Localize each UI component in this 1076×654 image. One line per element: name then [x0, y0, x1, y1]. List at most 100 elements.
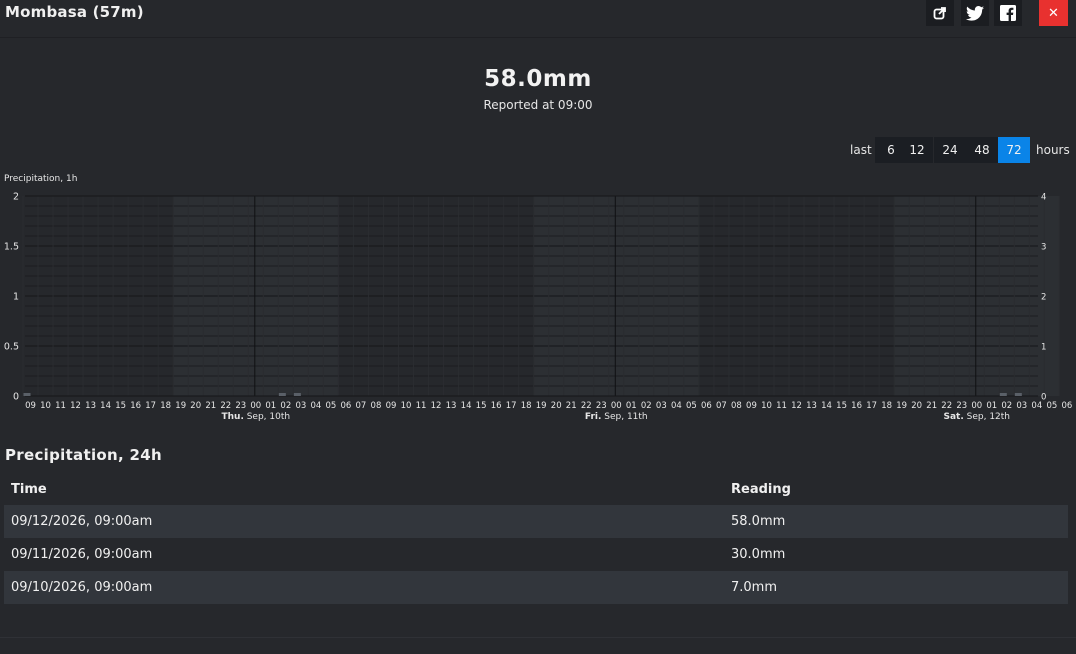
x-hour-label: 01 [626, 401, 637, 411]
x-hour-label: 12 [431, 401, 442, 411]
x-hour-label: 21 [566, 401, 577, 411]
x-hour-label: 09 [25, 401, 36, 411]
x-hour-label: 20 [911, 401, 922, 411]
x-hour-label: 06 [341, 401, 352, 411]
x-hour-label: 18 [881, 401, 892, 411]
x-hour-label: 20 [190, 401, 201, 411]
x-hour-label: 19 [175, 401, 186, 411]
x-hour-label: 03 [1016, 401, 1027, 411]
x-hour-label: 10 [40, 401, 51, 411]
x-hour-label: 08 [371, 401, 382, 411]
x-hour-label: 16 [851, 401, 862, 411]
x-hour-label: 09 [746, 401, 757, 411]
facebook-icon [1000, 5, 1016, 21]
precip-bar [293, 393, 301, 396]
row-reading: 7.0mm [730, 571, 1068, 604]
column-header-time: Time [11, 481, 47, 497]
x-hour-label: 05 [1046, 401, 1057, 411]
header-bar: Mombasa (57m) ✕ [0, 0, 1076, 38]
x-hour-label: 04 [671, 401, 682, 411]
row-time: 09/10/2026, 09:00am [4, 571, 730, 604]
external-share-icon [933, 7, 946, 20]
x-hour-label: 07 [356, 401, 367, 411]
x-hour-label: 12 [70, 401, 81, 411]
column-header-reading: Reading [731, 481, 791, 497]
x-hour-label: 14 [821, 401, 832, 411]
x-hour-label: 10 [761, 401, 772, 411]
table-row: 09/11/2026, 09:00am 30.0mm [4, 538, 1068, 571]
share-button[interactable] [926, 0, 954, 26]
x-hour-label: 18 [521, 401, 532, 411]
close-icon: ✕ [1048, 5, 1059, 21]
x-hour-label: 00 [971, 401, 982, 411]
footer-divider [0, 637, 1076, 638]
x-hour-label: 07 [716, 401, 727, 411]
x-hour-label: 12 [791, 401, 802, 411]
current-reading: 58.0mm [484, 66, 592, 92]
chart-title: Precipitation, 1h [4, 174, 78, 184]
row-time: 09/12/2026, 09:00am [4, 505, 730, 538]
x-hour-label: 20 [551, 401, 562, 411]
facebook-button[interactable] [994, 0, 1022, 26]
precip-bar [278, 393, 286, 396]
x-hour-label: 17 [866, 401, 877, 411]
twitter-button[interactable] [961, 0, 989, 26]
range-option-24[interactable]: 24 [934, 137, 966, 163]
x-hour-label: 19 [896, 401, 907, 411]
x-hour-label: 17 [506, 401, 517, 411]
x-hour-label: 15 [476, 401, 487, 411]
station-title: Mombasa (57m) [5, 3, 144, 21]
x-hour-label: 06 [701, 401, 712, 411]
y-left-tick-label: 0.5 [4, 342, 19, 353]
reported-time: Reported at 09:00 [483, 98, 593, 112]
y-right-tick-label: 3 [1041, 243, 1046, 253]
y-right-tick-label: 2 [1041, 293, 1046, 303]
x-hour-label: 22 [220, 401, 231, 411]
x-hour-label: 13 [806, 401, 817, 411]
range-prefix: last [850, 143, 872, 157]
x-hour-label: 04 [1031, 401, 1042, 411]
range-option-48[interactable]: 48 [966, 137, 998, 163]
x-hour-label: 00 [250, 401, 261, 411]
x-day-label: Thu. Sep, 10th [221, 412, 290, 422]
range-option-12[interactable]: 12 [901, 137, 933, 163]
x-day-label: Sat. Sep, 12th [944, 412, 1011, 422]
x-hour-label: 22 [941, 401, 952, 411]
table-title: Precipitation, 24h [5, 446, 162, 464]
x-hour-label: 18 [160, 401, 171, 411]
x-hour-label: 14 [100, 401, 111, 411]
table-header-row: Time Reading [4, 473, 1068, 505]
y-left-tick-label: 1.5 [4, 242, 19, 253]
x-hour-label: 03 [295, 401, 306, 411]
x-hour-label: 22 [581, 401, 592, 411]
range-option-72[interactable]: 72 [998, 137, 1030, 163]
x-hour-label: 14 [461, 401, 472, 411]
precipitation-table: Time Reading 09/12/2026, 09:00am 58.0mm … [4, 473, 1068, 604]
x-hour-label: 17 [145, 401, 156, 411]
x-hour-label: 19 [536, 401, 547, 411]
y-right-tick-label: 4 [1041, 193, 1046, 203]
x-hour-label: 03 [656, 401, 667, 411]
x-hour-label: 08 [731, 401, 742, 411]
twitter-icon [966, 5, 984, 21]
x-hour-label: 06 [1061, 401, 1072, 411]
precip-bar [1014, 393, 1022, 396]
x-hour-label: 15 [115, 401, 126, 411]
x-hour-label: 13 [85, 401, 96, 411]
table-row: 09/10/2026, 09:00am 7.0mm [4, 571, 1068, 604]
y-left-tick-label: 2 [13, 192, 19, 203]
precip-bar [23, 393, 31, 396]
range-suffix: hours [1036, 143, 1070, 157]
x-hour-label: 23 [596, 401, 607, 411]
row-reading: 30.0mm [731, 547, 786, 562]
close-button[interactable]: ✕ [1039, 0, 1068, 26]
x-hour-label: 13 [446, 401, 457, 411]
y-right-tick-label: 1 [1041, 343, 1046, 353]
row-time: 09/11/2026, 09:00am [11, 547, 153, 562]
x-hour-label: 16 [130, 401, 141, 411]
x-hour-label: 02 [1001, 401, 1012, 411]
x-hour-label: 11 [416, 401, 427, 411]
precipitation-chart: 00.511.520123409 10 11 12 13 14 15 16 17 18 19 20 21… [4, 192, 1072, 423]
x-hour-label: 02 [641, 401, 652, 411]
x-hour-label: 23 [235, 401, 246, 411]
